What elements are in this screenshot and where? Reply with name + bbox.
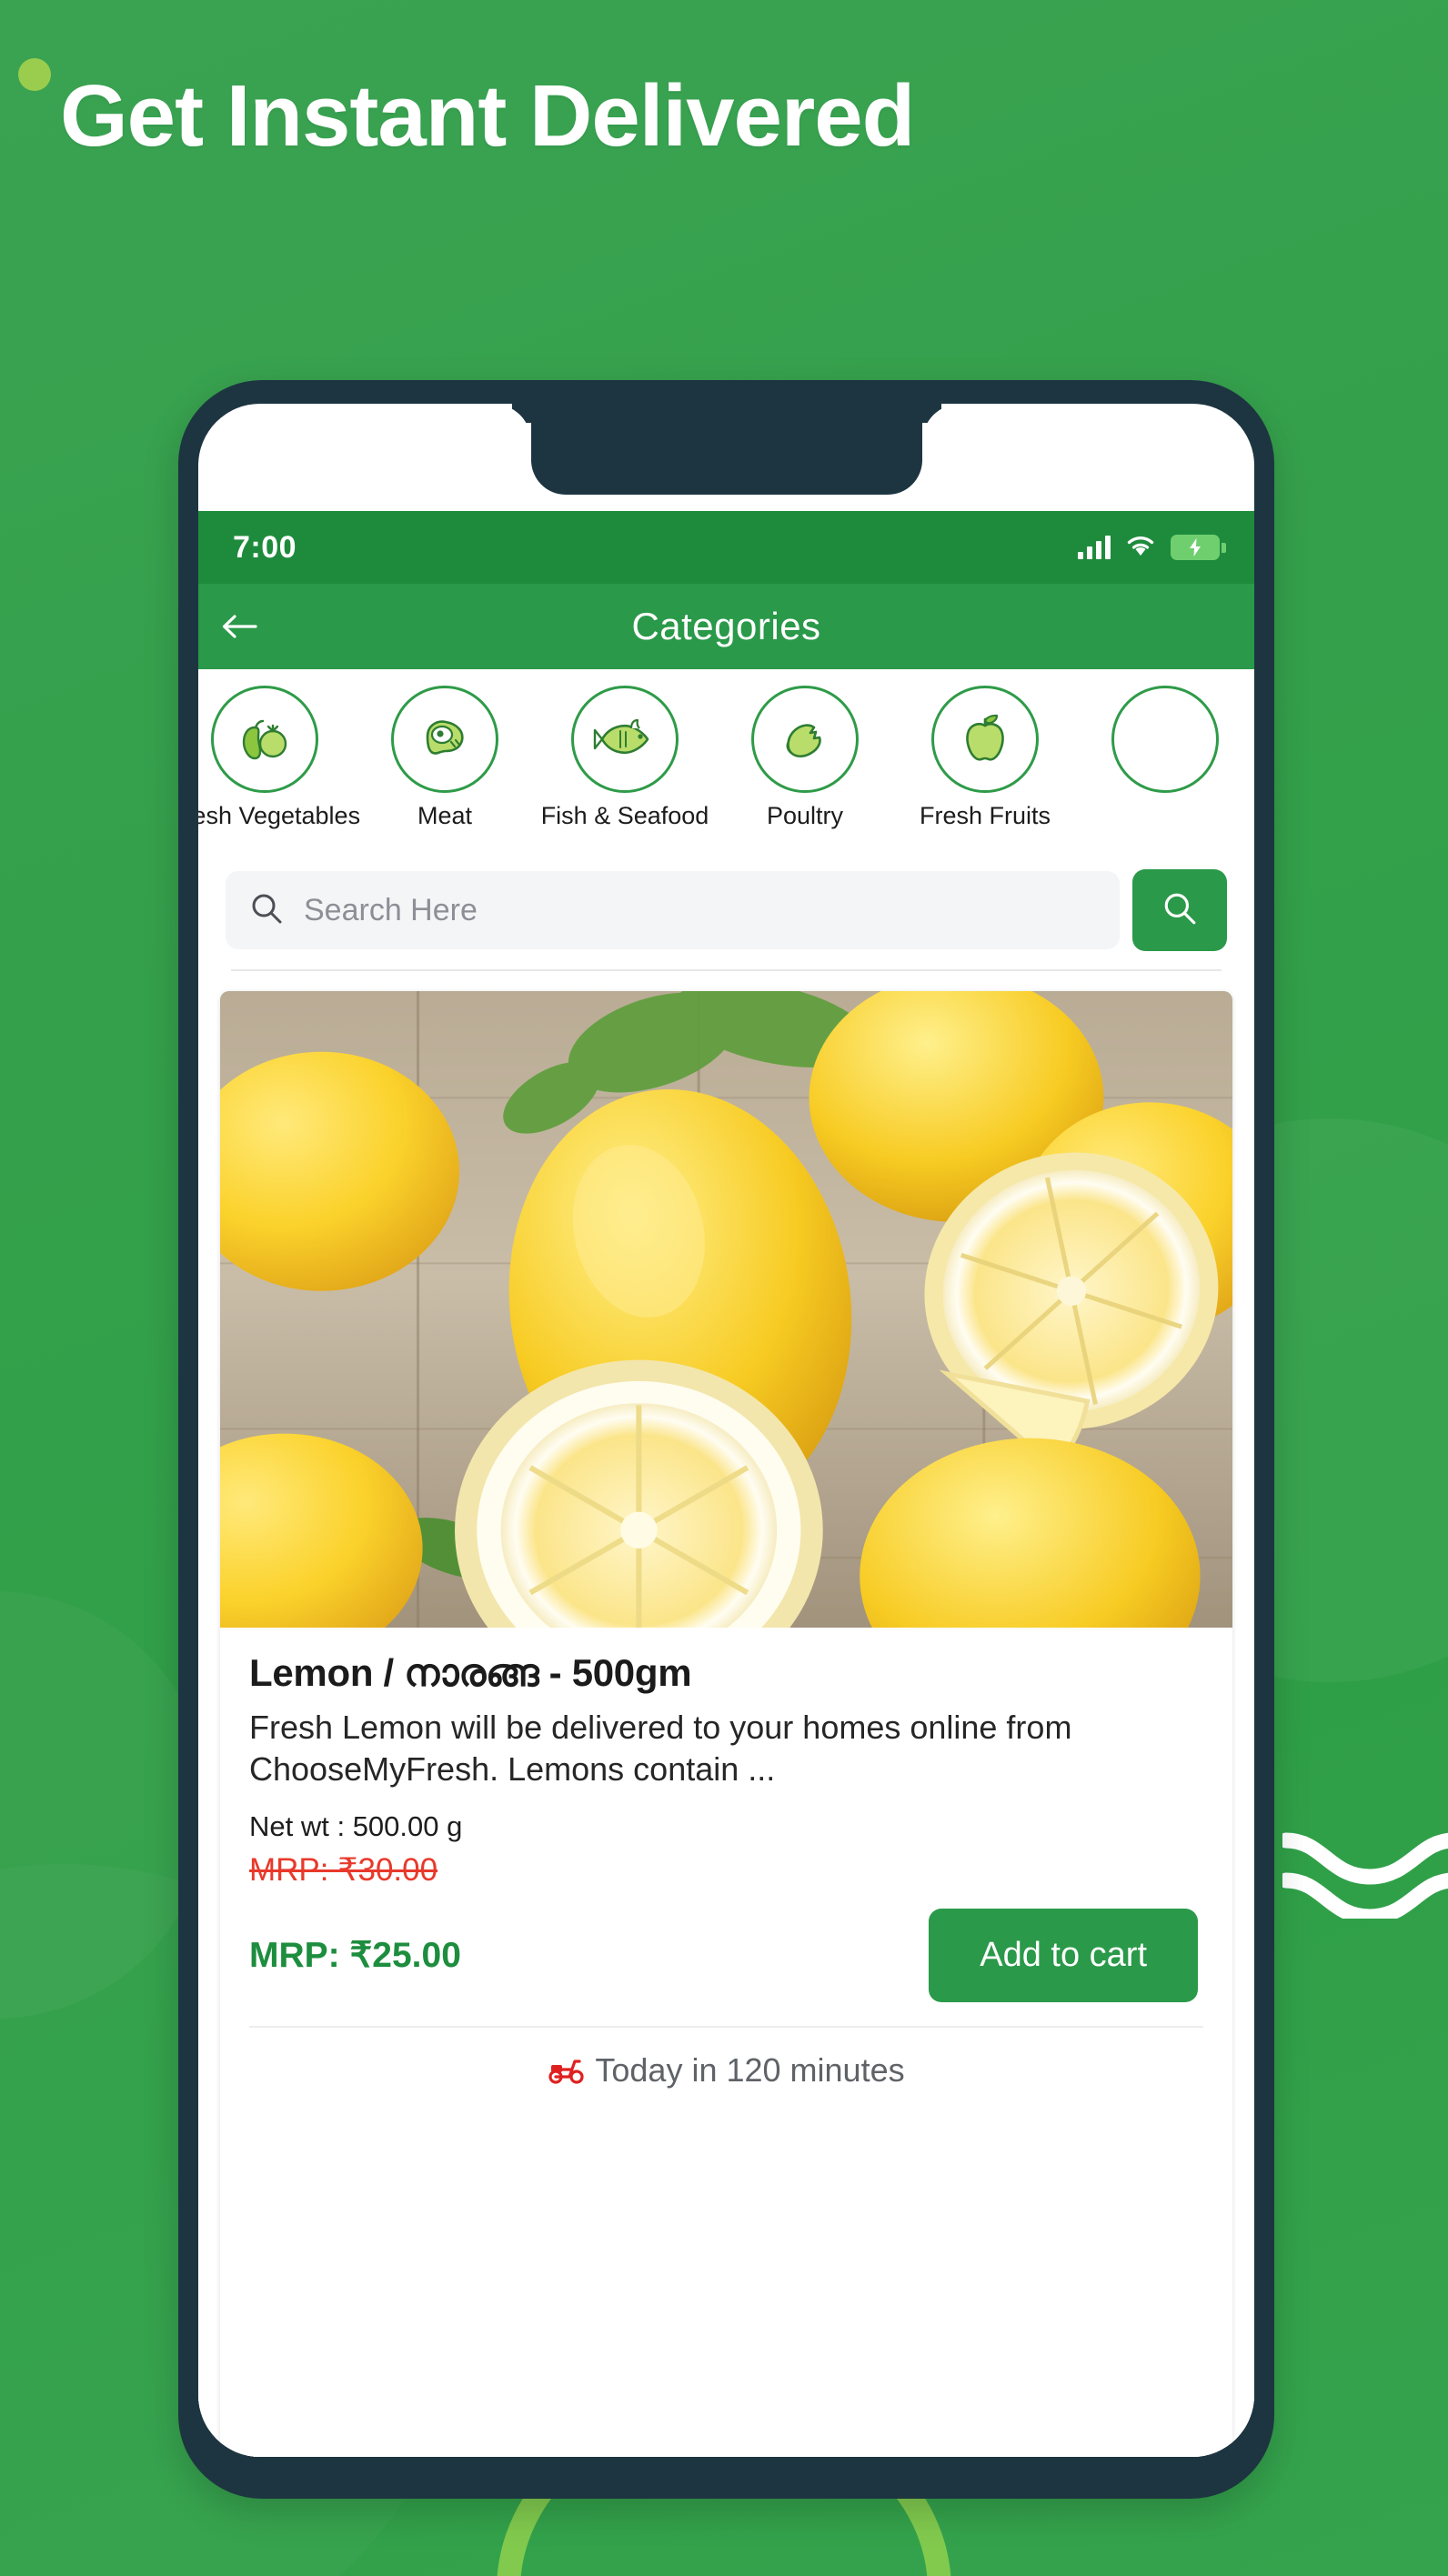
price-row: MRP: ₹25.00 Add to cart [249, 1909, 1203, 2003]
search-icon [1161, 890, 1198, 931]
meat-icon [391, 686, 498, 793]
page-title: Categories [631, 605, 821, 647]
promo-headline: Get Instant Delivered [60, 67, 915, 165]
wave-lines-icon [1278, 1809, 1448, 1925]
category-label: Meat [417, 802, 473, 829]
status-bar-time: 7:00 [233, 529, 297, 565]
product-info: Lemon / നാരങ്ങ - 500gm Fresh Lemon will … [220, 1628, 1232, 2126]
category-label: Poultry [766, 802, 844, 829]
app-bar: Categories [198, 584, 1254, 669]
delivery-bar: Today in 120 minutes [249, 2026, 1203, 2117]
search-button[interactable] [1132, 869, 1227, 951]
battery-charging-icon [1171, 535, 1226, 560]
category-label: Fresh Fruits [919, 802, 1051, 829]
product-original-price: MRP: ₹30.00 [249, 1852, 438, 1889]
product-description: Fresh Lemon will be delivered to your ho… [249, 1709, 1072, 1789]
category-item-meat[interactable]: Meat [355, 686, 535, 830]
search-row[interactable]: Search Here [198, 851, 1254, 969]
wifi-icon [1125, 534, 1156, 562]
accent-dot-icon [18, 58, 51, 91]
product-current-price: MRP: ₹25.00 [249, 1936, 461, 1976]
product-card[interactable]: Lemon / നാരങ്ങ - 500gm Fresh Lemon will … [220, 991, 1232, 2457]
category-item-poultry[interactable]: Poultry [715, 686, 895, 830]
delivery-eta-text: Today in 120 minutes [595, 2051, 905, 2090]
partial-category-icon [1111, 686, 1219, 793]
app-screen: 7:00 Categories esh Vegetables Meat Fish… [198, 511, 1254, 2457]
search-placeholder: Search Here [304, 892, 478, 927]
category-label: Fish & Seafood [540, 802, 709, 829]
status-bar-icons [1078, 534, 1226, 562]
vegetables-icon [211, 686, 318, 793]
category-item-partial[interactable] [1075, 686, 1254, 802]
back-arrow-icon[interactable] [198, 611, 280, 642]
product-title: Lemon / നാരങ്ങ - 500gm [249, 1651, 692, 1694]
signal-bars-icon [1078, 536, 1111, 559]
product-image [220, 991, 1232, 1628]
phone-screen: 7:00 Categories esh Vegetables Meat Fish… [198, 404, 1254, 2457]
scooter-icon [548, 2053, 586, 2089]
category-item-fresh-fruits[interactable]: Fresh Fruits [895, 686, 1075, 830]
phone-notch [530, 404, 922, 495]
poultry-icon [751, 686, 859, 793]
product-list: Lemon / നാരങ്ങ - 500gm Fresh Lemon will … [198, 971, 1254, 2457]
product-net-weight: Net wt : 500.00 g [249, 1810, 463, 1843]
category-label: Fresh Vegetables [198, 802, 361, 829]
search-input[interactable]: Search Here [226, 871, 1120, 949]
category-strip[interactable]: Fresh Vegetables Meat [198, 669, 1254, 851]
search-icon [249, 891, 284, 930]
phone-mockup: 7:00 Categories esh Vegetables Meat Fish… [178, 380, 1274, 2499]
category-item-fish-seafood[interactable]: Fish & Seafood [535, 686, 715, 830]
status-bar: 7:00 [198, 511, 1254, 584]
apple-icon [931, 686, 1039, 793]
category-item-fresh-vegetables[interactable]: Fresh Vegetables [198, 686, 360, 830]
fish-icon [571, 686, 679, 793]
add-to-cart-button[interactable]: Add to cart [929, 1909, 1198, 2003]
